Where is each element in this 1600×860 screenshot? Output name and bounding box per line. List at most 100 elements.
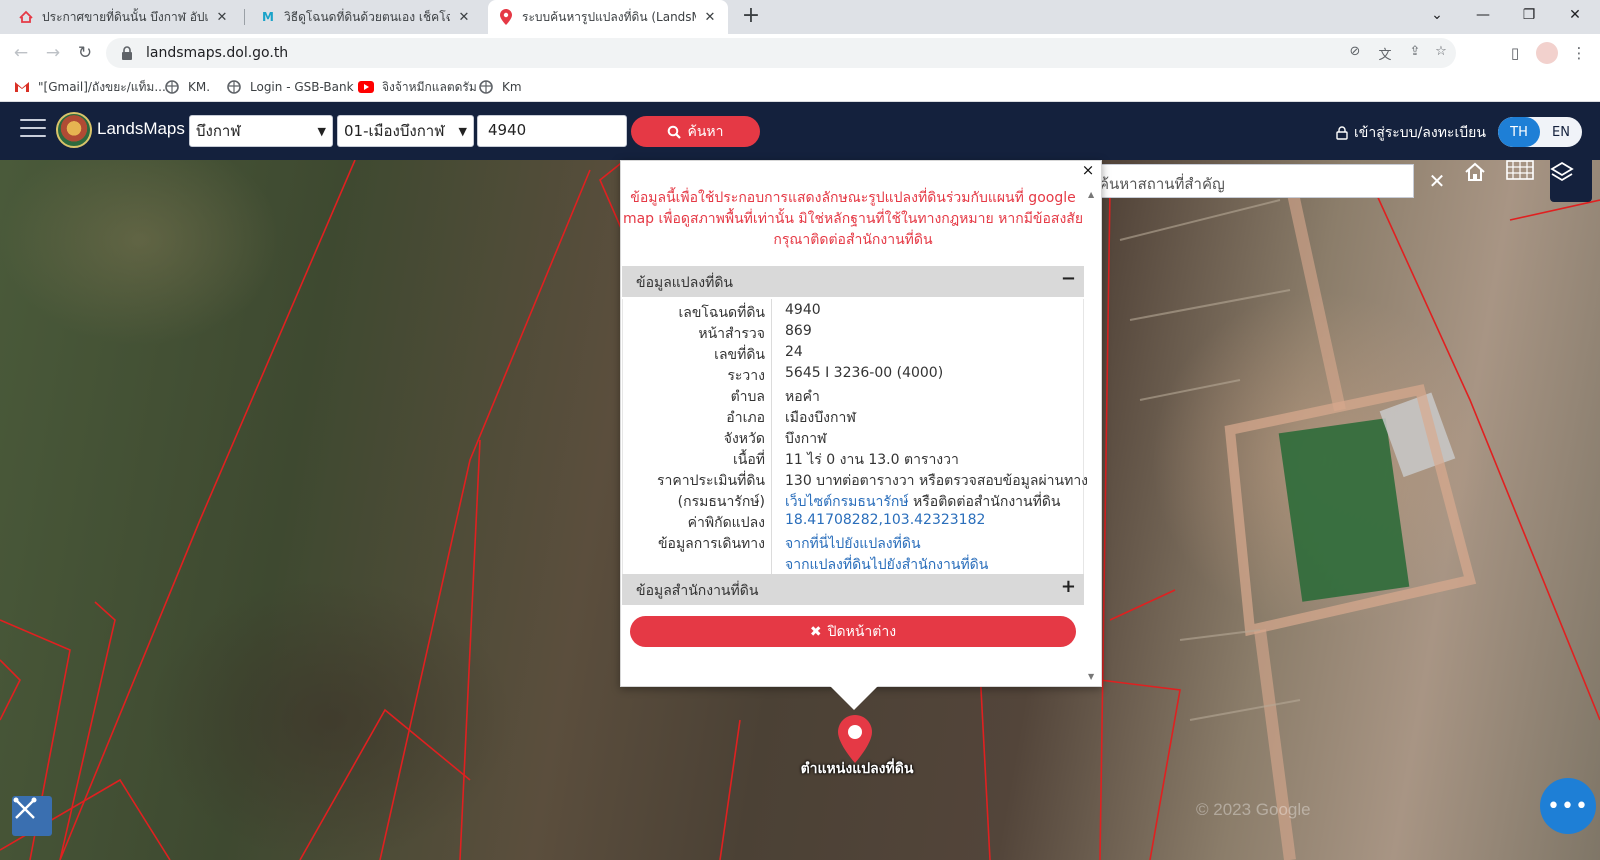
- login-register-link[interactable]: เข้าสู่ระบบ/ลงทะเบียน: [1336, 122, 1486, 144]
- bookmark-km[interactable]: KM.: [164, 77, 210, 97]
- coordinates-link[interactable]: 18.41708282,103.42323182: [785, 512, 985, 528]
- province-select-value: บึงกาฬ: [196, 122, 241, 140]
- location-blocked-icon[interactable]: ⊘: [1346, 44, 1364, 62]
- landsmaps-header: LandsMaps บึงกาฬ ▼ 01-เมืองบึงกาฬ ▼ 4940…: [0, 102, 1600, 160]
- map-copyright: © 2023 Google: [1196, 800, 1311, 819]
- bookmark-label: KM.: [188, 80, 211, 94]
- province-select[interactable]: บึงกาฬ ▼: [189, 115, 333, 147]
- lang-en-button[interactable]: EN: [1540, 117, 1582, 147]
- map-pin-icon[interactable]: [838, 715, 872, 763]
- browser-tab-strip: ประกาศขายที่ดินนั้น บึงกาฬ อัปเดต 202 ✕ …: [0, 0, 1600, 34]
- bookmark-youtube[interactable]: จิงจ้าหมีกแลตดรัม: [358, 77, 477, 97]
- restore-icon[interactable]: ❐: [1506, 0, 1552, 30]
- close-popup-icon[interactable]: ×: [1080, 162, 1096, 178]
- home-icon[interactable]: [1463, 160, 1505, 202]
- close-tab-icon[interactable]: ✕: [702, 10, 718, 25]
- info-row-deed-number: เลขโฉนดที่ดิน 4940: [623, 302, 1085, 323]
- bookmark-gsb-login[interactable]: Login - GSB-Bank: [226, 77, 354, 97]
- language-toggle[interactable]: TH EN: [1498, 117, 1582, 147]
- browser-tab-3-active[interactable]: ระบบค้นหารูปแปลงที่ดิน (LandsMaps ✕: [488, 0, 728, 34]
- youtube-icon: [358, 79, 374, 95]
- search-button[interactable]: ค้นหา: [631, 116, 760, 147]
- tab-search-icon[interactable]: ⌄: [1414, 0, 1460, 30]
- house-logo-icon: [18, 9, 34, 25]
- tab-title: วิธีดูโฉนดที่ดินด้วยตนเอง เช็คโฉนดแท้: [284, 9, 450, 24]
- row-value-rest: หรือติดต่อสำนักงานที่ดิน: [908, 494, 1061, 510]
- browser-tab-2[interactable]: M วิธีดูโฉนดที่ดินด้วยตนเอง เช็คโฉนดแท้ …: [250, 0, 482, 34]
- row-label: เลขโฉนดที่ดิน: [678, 305, 765, 321]
- layers-icon[interactable]: [1550, 160, 1592, 202]
- share-icon[interactable]: ⇪: [1406, 44, 1424, 62]
- section-land-office-header[interactable]: ข้อมูลสำนักงานที่ดิน +: [622, 574, 1084, 605]
- address-bar-row: ← → ↻ landsmaps.dol.go.th ⊘ 文 ⇪ ☆ ▯ ⋮: [0, 34, 1600, 72]
- info-row-subdistrict: ตำบล หอคำ: [623, 386, 1085, 407]
- side-panel-icon[interactable]: ▯: [1504, 42, 1526, 64]
- chat-dots-button[interactable]: •••: [1540, 778, 1596, 834]
- row-value: เว็บไซต์กรมธนารักษ์ หรือติดต่อสำนักงานที…: [785, 491, 1061, 513]
- hamburger-menu-icon[interactable]: [20, 119, 46, 139]
- legal-disclaimer: ข้อมูลนี้เพื่อใช้ประกอบการแสดงลักษณะรูปแ…: [622, 190, 1084, 248]
- bookmark-star-icon[interactable]: ☆: [1432, 44, 1450, 62]
- globe-icon: [226, 79, 242, 95]
- green-field: [1278, 418, 1410, 602]
- back-arrow-icon[interactable]: ←: [8, 40, 34, 66]
- chevron-down-icon: ▼: [458, 124, 467, 138]
- bookmarks-bar: "[Gmail]/ถังขยะ/แท็ม... KM. Login - GSB-…: [0, 72, 1600, 102]
- forward-arrow-icon[interactable]: →: [40, 40, 66, 66]
- login-label: เข้าสู่ระบบ/ลงทะเบียน: [1354, 125, 1486, 141]
- section-parcel-info-header[interactable]: ข้อมูลแปลงที่ดิน −: [622, 266, 1084, 297]
- row-value: หอคำ: [785, 389, 820, 405]
- profile-avatar[interactable]: [1536, 42, 1558, 64]
- row-label: ตำบล: [730, 389, 765, 405]
- place-search-input[interactable]: ค้นหาสถานที่สำคัญ: [1090, 164, 1414, 198]
- close-window-icon[interactable]: ✕: [1552, 0, 1598, 30]
- translate-icon[interactable]: 文: [1376, 44, 1394, 63]
- grid-table-icon[interactable]: [1506, 160, 1548, 202]
- new-tab-button[interactable]: +: [738, 4, 764, 30]
- field-rows: [1119, 199, 1301, 721]
- row-value: 4940: [785, 302, 821, 318]
- search-button-label: ค้นหา: [687, 123, 724, 140]
- row-label: ค่าพิกัดแปลง: [687, 515, 765, 531]
- district-select[interactable]: 01-เมืองบึงกาฬ ▼: [337, 115, 474, 147]
- url-omnibox[interactable]: landsmaps.dol.go.th ⊘ 文 ⇪ ☆: [106, 38, 1456, 68]
- row-label: ราคาประเมินที่ดิน: [656, 473, 765, 489]
- info-row-coordinates: ค่าพิกัดแปลง 18.41708282,103.42323182: [623, 512, 1085, 533]
- menu-kebab-icon[interactable]: ⋮: [1568, 42, 1590, 64]
- info-row-treasury-dept: (กรมธนารักษ์) เว็บไซต์กรมธนารักษ์ หรือติ…: [623, 491, 1085, 512]
- close-window-button[interactable]: ✖ ปิดหน้าต่าง: [630, 616, 1076, 647]
- expand-plus-icon[interactable]: +: [1061, 576, 1076, 597]
- reload-icon[interactable]: ↻: [72, 40, 98, 66]
- scroll-down-arrow-icon[interactable]: ▼: [1088, 672, 1094, 681]
- globe-icon: [164, 79, 180, 95]
- directions-to-office-link[interactable]: จากแปลงที่ดินไปยังสำนักงานที่ดิน: [785, 554, 988, 576]
- row-value: เมืองบึงกาฬ: [785, 410, 856, 426]
- info-row-directions: ข้อมูลการเดินทาง จากที่นี่ไปยังแปลงที่ดิ…: [623, 533, 1085, 554]
- bookmark-gmail[interactable]: "[Gmail]/ถังขยะ/แท็ม...: [14, 77, 166, 97]
- bookmark-km-2[interactable]: Km: [478, 77, 522, 97]
- url-text: landsmaps.dol.go.th: [146, 45, 289, 61]
- search-icon: [668, 125, 682, 139]
- row-label: เลขที่ดิน: [714, 347, 765, 363]
- clear-search-icon[interactable]: ✕: [1420, 164, 1454, 198]
- directions-to-parcel-link[interactable]: จากที่นี่ไปยังแปลงที่ดิน: [785, 533, 921, 555]
- scroll-up-arrow-icon[interactable]: ▲: [1088, 190, 1094, 199]
- tools-cross-icon[interactable]: [12, 796, 52, 836]
- browser-tab-1[interactable]: ประกาศขายที่ดินนั้น บึงกาฬ อัปเดต 202 ✕: [8, 0, 240, 34]
- treasury-website-link[interactable]: เว็บไซต์กรมธนารักษ์: [785, 494, 909, 510]
- close-tab-icon[interactable]: ✕: [456, 10, 472, 25]
- section-title: ข้อมูลสำนักงานที่ดิน: [636, 583, 759, 599]
- popup-scrollbar[interactable]: ▲ ▼: [1086, 186, 1098, 684]
- lang-th-button[interactable]: TH: [1498, 117, 1540, 147]
- row-label: ข้อมูลการเดินทาง: [657, 536, 765, 552]
- info-row-land-number: เลขที่ดิน 24: [623, 344, 1085, 365]
- row-label: (กรมธนารักษ์): [677, 494, 765, 510]
- bookmark-label: จิงจ้าหมีกแลตดรัม: [382, 79, 477, 94]
- minimize-icon[interactable]: —: [1460, 0, 1506, 30]
- collapse-minus-icon[interactable]: −: [1061, 268, 1076, 289]
- row-value: 24: [785, 344, 803, 360]
- site-logo-text: LandsMaps: [97, 119, 185, 138]
- close-tab-icon[interactable]: ✕: [214, 10, 230, 25]
- deed-number-input[interactable]: 4940: [477, 115, 627, 147]
- tab-title: ระบบค้นหารูปแปลงที่ดิน (LandsMaps: [522, 9, 696, 24]
